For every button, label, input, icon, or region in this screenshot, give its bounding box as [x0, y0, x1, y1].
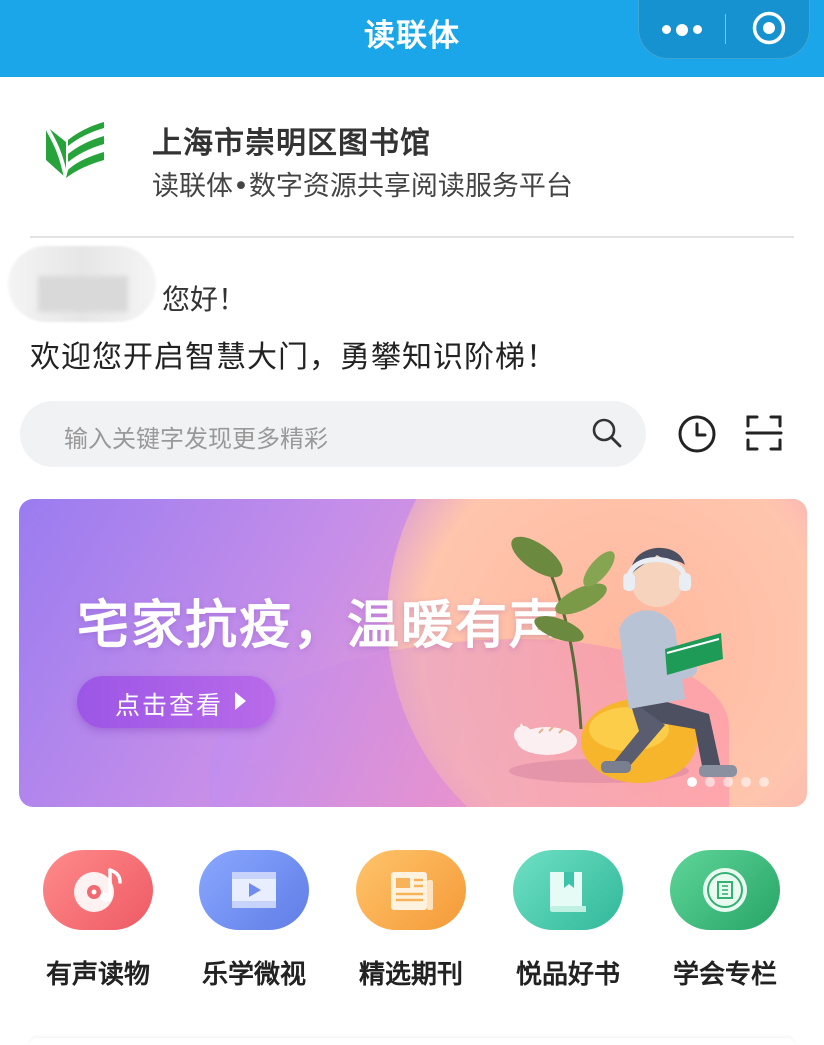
book-icon [550, 872, 586, 912]
category-label: 乐学微视 [201, 960, 306, 990]
search-icon[interactable] [590, 416, 624, 450]
top-bar: 读联体 [0, 0, 824, 77]
newspaper-icon [391, 872, 433, 910]
library-name: 上海市崇明区图书馆 [152, 126, 431, 161]
more-dots-icon[interactable] [639, 0, 725, 59]
category-label: 悦品好书 [515, 960, 620, 990]
banner-pagination[interactable] [687, 777, 769, 787]
category-label: 学会专栏 [672, 960, 777, 990]
category-journals[interactable]: 精选期刊 [356, 850, 466, 991]
banner-cta-label: 点击查看 [115, 691, 224, 720]
search-placeholder: 输入关键字发现更多精彩 [64, 425, 328, 453]
music-disc-icon [74, 868, 122, 912]
next-section-edge [30, 1038, 794, 1045]
play-arrow-icon [235, 692, 246, 710]
pagination-dot[interactable] [687, 777, 697, 787]
target-circle-icon[interactable] [751, 10, 787, 46]
mini-program-capsule [638, 0, 810, 59]
category-audiobooks[interactable]: 有声读物 [43, 850, 153, 991]
pagination-dot[interactable] [723, 777, 733, 787]
category-society-column[interactable]: 学会专栏 [670, 850, 780, 991]
pagination-dot[interactable] [705, 777, 715, 787]
library-logo-icon [44, 122, 104, 179]
pagination-dot[interactable] [741, 777, 751, 787]
avatar[interactable] [8, 246, 156, 322]
capsule-divider [725, 14, 726, 44]
reading-person-illustration [509, 536, 737, 783]
scan-icon[interactable] [744, 413, 784, 453]
category-label: 精选期刊 [358, 960, 463, 990]
library-subtitle: 读联体•数字资源共享阅读服务平台 [152, 171, 573, 202]
promo-banner[interactable]: 宅家抗疫，温暖有声 点击查看 [19, 499, 807, 807]
video-icon [232, 872, 276, 908]
seal-icon [703, 868, 747, 912]
greeting-hello: 您好！ [162, 283, 247, 316]
category-good-books[interactable]: 悦品好书 [513, 850, 623, 991]
greeting-welcome: 欢迎您开启智慧大门，勇攀知识阶梯！ [30, 340, 557, 375]
clock-icon[interactable] [676, 413, 718, 455]
category-micro-videos[interactable]: 乐学微视 [199, 850, 309, 991]
search-input[interactable]: 输入关键字发现更多精彩 [20, 401, 646, 467]
header-divider [30, 236, 794, 238]
banner-cta-button[interactable]: 点击查看 [77, 676, 275, 728]
category-label: 有声读物 [45, 960, 150, 990]
pagination-dot[interactable] [759, 777, 769, 787]
